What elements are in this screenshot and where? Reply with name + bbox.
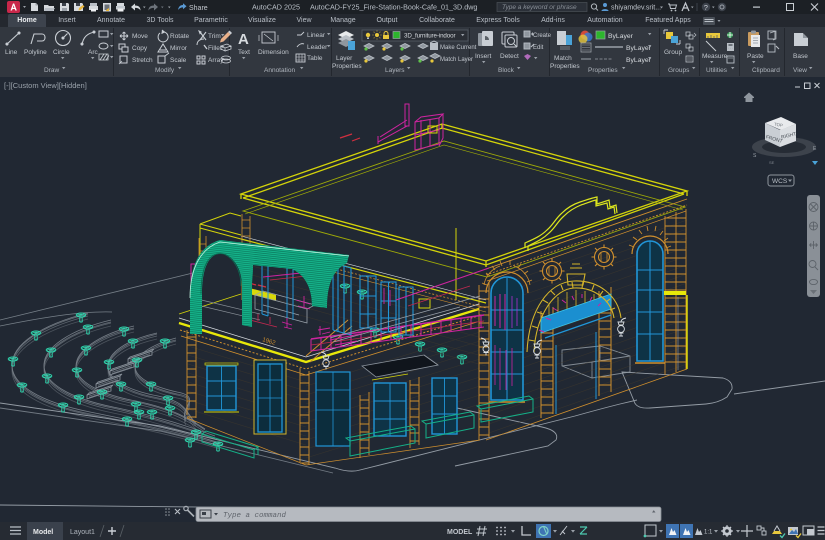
svg-text:View: View bbox=[793, 67, 807, 74]
svg-text:WCS: WCS bbox=[772, 178, 788, 185]
svg-text:Insert: Insert bbox=[475, 53, 491, 60]
svg-text:Linear: Linear bbox=[307, 32, 326, 39]
svg-text:shiyamdev.srit...: shiyamdev.srit... bbox=[611, 5, 661, 12]
svg-text:[-][Custom View][Hidden]: [-][Custom View][Hidden] bbox=[4, 81, 87, 90]
svg-text:Create: Create bbox=[533, 33, 552, 39]
svg-text:1:1: 1:1 bbox=[704, 530, 713, 536]
svg-text:Table: Table bbox=[307, 55, 323, 62]
svg-text:Layer: Layer bbox=[336, 55, 353, 62]
svg-text:ByLayer: ByLayer bbox=[626, 45, 652, 52]
svg-text:AutoCAD-FY25_Fire-Station-Book: AutoCAD-FY25_Fire-Station-Book-Cafe_01_3… bbox=[310, 3, 477, 12]
svg-text:Mirror: Mirror bbox=[170, 45, 188, 52]
svg-text:Arc: Arc bbox=[88, 49, 99, 56]
svg-text:Annotation: Annotation bbox=[264, 67, 295, 74]
svg-text:MODEL: MODEL bbox=[447, 529, 473, 536]
svg-text:Clipboard: Clipboard bbox=[752, 67, 780, 74]
svg-text:Copy: Copy bbox=[132, 45, 148, 52]
svg-text:Utilities: Utilities bbox=[706, 67, 728, 74]
svg-text:Group: Group bbox=[664, 49, 682, 56]
svg-text:A: A bbox=[238, 31, 249, 48]
svg-text:Match: Match bbox=[554, 55, 572, 62]
svg-text:Layers: Layers bbox=[385, 67, 405, 74]
svg-text:Move: Move bbox=[132, 33, 148, 40]
svg-text:Text: Text bbox=[238, 49, 250, 56]
svg-text:Rotate: Rotate bbox=[170, 33, 190, 40]
svg-text:Type a command: Type a command bbox=[223, 512, 287, 520]
svg-text:?: ? bbox=[704, 3, 708, 12]
svg-text:ByLayer: ByLayer bbox=[608, 33, 634, 40]
svg-text:Trim: Trim bbox=[208, 33, 221, 40]
svg-text:ByLayer: ByLayer bbox=[626, 57, 652, 64]
svg-text:Dimension: Dimension bbox=[258, 49, 289, 56]
svg-text:S: S bbox=[753, 153, 757, 159]
svg-text:Properties: Properties bbox=[550, 63, 580, 70]
svg-text:Edit: Edit bbox=[533, 45, 544, 51]
svg-text:SE: SE bbox=[769, 160, 775, 165]
svg-text:AutoCAD 2025: AutoCAD 2025 bbox=[252, 3, 300, 12]
svg-text:Block: Block bbox=[498, 67, 515, 74]
svg-text:Paste: Paste bbox=[747, 53, 764, 60]
svg-text:Detect: Detect bbox=[500, 53, 519, 60]
svg-text:Share: Share bbox=[189, 5, 208, 12]
svg-text:Make Current: Make Current bbox=[440, 45, 477, 51]
svg-text:Fillet: Fillet bbox=[208, 45, 222, 52]
svg-text:E: E bbox=[813, 146, 817, 152]
svg-text:Measure: Measure bbox=[702, 53, 728, 60]
svg-text:Model: Model bbox=[33, 529, 53, 536]
svg-text:Leader: Leader bbox=[307, 44, 328, 51]
svg-text:Groups: Groups bbox=[668, 67, 690, 74]
svg-text:Match Layer: Match Layer bbox=[440, 57, 473, 63]
svg-text:Line: Line bbox=[5, 49, 18, 56]
svg-text:3D_furniture-indoor: 3D_furniture-indoor bbox=[404, 33, 455, 40]
svg-text:Base: Base bbox=[793, 53, 808, 60]
svg-text:Type a keyword or phrase: Type a keyword or phrase bbox=[502, 4, 577, 11]
svg-text:Properties: Properties bbox=[332, 63, 362, 70]
svg-text:Properties: Properties bbox=[588, 67, 618, 74]
svg-text:Modify: Modify bbox=[155, 67, 175, 74]
svg-text:Circle: Circle bbox=[53, 49, 70, 56]
svg-text:Stretch: Stretch bbox=[132, 57, 153, 64]
svg-text:Scale: Scale bbox=[170, 57, 187, 64]
svg-text:Polyline: Polyline bbox=[24, 49, 47, 56]
svg-text:Layout1: Layout1 bbox=[70, 529, 95, 536]
svg-text:Draw: Draw bbox=[44, 67, 59, 74]
